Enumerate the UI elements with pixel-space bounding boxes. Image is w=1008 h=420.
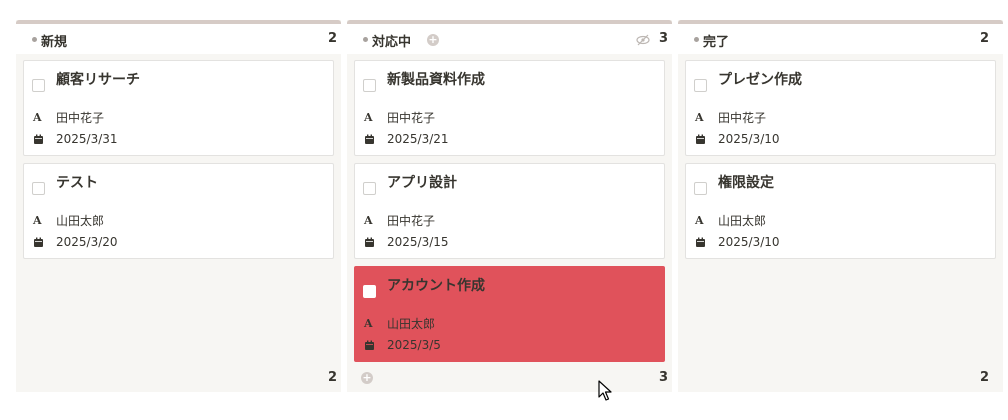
column-count: 3 [658,31,668,46]
card-checkbox[interactable] [363,285,376,298]
person-icon: A [364,214,373,227]
column-done: 完了 2 プレゼン作成 A 田中花子 2025/3/10 権限設定 A 山田太郎… [678,20,1003,392]
add-icon[interactable]: + [427,34,439,46]
card[interactable]: プレゼン作成 A 田中花子 2025/3/10 [685,60,996,156]
card[interactable]: アプリ設計 A 田中花子 2025/3/15 [354,163,665,259]
calendar-icon [365,237,374,247]
card-checkbox[interactable] [363,79,376,92]
card-person: 田中花子 [56,111,105,125]
card-checkbox[interactable] [694,79,707,92]
card-title: 権限設定 [718,175,774,191]
column-footer-count: 2 [327,370,337,385]
column-dot-icon [32,37,37,42]
card-title: プレゼン作成 [718,72,802,88]
column-title: 新規 [41,35,68,50]
column-header[interactable]: 完了 2 [678,24,1003,54]
card-date: 2025/3/10 [718,132,780,146]
person-icon: A [33,214,42,227]
card[interactable]: 顧客リサーチ A 田中花子 2025/3/31 [23,60,334,156]
person-icon: A [33,111,42,124]
card-person: 山田太郎 [56,214,105,228]
card-title: アプリ設計 [387,175,457,191]
card[interactable]: テスト A 山田太郎 2025/3/20 [23,163,334,259]
column-header[interactable]: 対応中 + 3 [347,24,672,54]
card-title: テスト [56,175,98,191]
card-date: 2025/3/5 [387,338,441,352]
kanban-board: 新規 2 顧客リサーチ A 田中花子 2025/3/31 テスト A 山田太郎 … [0,0,1008,420]
card-date: 2025/3/10 [718,235,780,249]
calendar-icon [696,237,705,247]
card-person: 田中花子 [387,111,436,125]
calendar-icon [365,134,374,144]
column-footer-count: 3 [658,370,668,385]
card-title: 顧客リサーチ [56,72,140,88]
mouse-cursor-icon [598,380,612,401]
column-title: 対応中 [372,35,412,50]
column-count: 2 [327,31,337,46]
person-icon: A [364,317,373,330]
person-icon: A [695,214,704,227]
card-person: 山田太郎 [387,317,436,331]
column-header[interactable]: 新規 2 [16,24,341,54]
card-person: 田中花子 [387,214,436,228]
column-in-progress: 対応中 + 3 新製品資料作成 A 田中花子 2025/3/21 アプリ設計 A… [347,20,672,392]
column-dot-icon [694,37,699,42]
calendar-icon [696,134,705,144]
column-dot-icon [363,37,368,42]
eye-off-icon[interactable] [636,33,650,47]
card-selected[interactable]: アカウント作成 A 山田太郎 2025/3/5 [354,266,665,362]
card[interactable]: 権限設定 A 山田太郎 2025/3/10 [685,163,996,259]
person-icon: A [364,111,373,124]
column-title: 完了 [703,35,730,50]
calendar-icon [365,340,374,350]
column-footer-count: 2 [979,370,989,385]
calendar-icon [34,237,43,247]
calendar-icon [34,134,43,144]
card-person: 山田太郎 [718,214,767,228]
card-person: 田中花子 [718,111,767,125]
person-icon: A [695,111,704,124]
card-date: 2025/3/31 [56,132,118,146]
card-date: 2025/3/20 [56,235,118,249]
column-count: 2 [979,31,989,46]
add-card-icon[interactable]: + [361,372,373,384]
card-title: 新製品資料作成 [387,72,485,88]
card-date: 2025/3/15 [387,235,449,249]
card-title: アカウント作成 [387,278,485,294]
card-date: 2025/3/21 [387,132,449,146]
card-checkbox[interactable] [694,182,707,195]
card[interactable]: 新製品資料作成 A 田中花子 2025/3/21 [354,60,665,156]
card-checkbox[interactable] [32,182,45,195]
card-checkbox[interactable] [32,79,45,92]
column-new: 新規 2 顧客リサーチ A 田中花子 2025/3/31 テスト A 山田太郎 … [16,20,341,392]
card-checkbox[interactable] [363,182,376,195]
